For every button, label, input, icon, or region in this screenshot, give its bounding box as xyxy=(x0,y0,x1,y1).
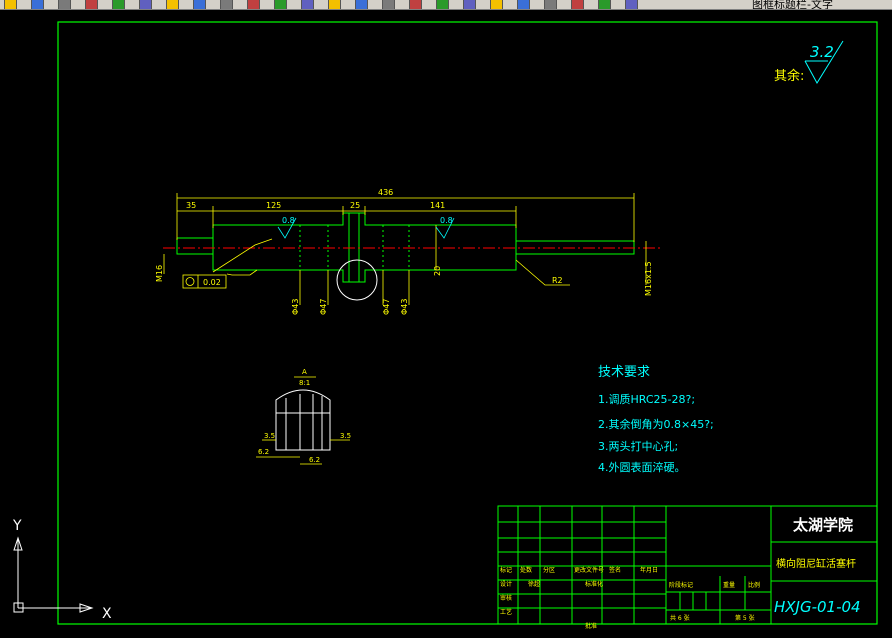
plot-icon[interactable] xyxy=(112,0,125,9)
dim-rough-right: 0.8 xyxy=(440,216,453,225)
dim-width-20: 20 xyxy=(433,266,442,276)
designcenter-icon[interactable] xyxy=(463,0,476,9)
cad-drawing: 其余: 3.2 436 35 125 25 141 0.8 0.8 0.02 R… xyxy=(12,21,878,630)
layer-dropdown[interactable]: 图框标题栏-文字 xyxy=(752,0,833,9)
section-label-bottom: 8:1 xyxy=(299,379,310,387)
paste-icon[interactable] xyxy=(193,0,206,9)
dim-right: 141 xyxy=(430,201,445,210)
dim-right-dia: M16x1.5 xyxy=(644,261,653,296)
zoom-window-icon[interactable] xyxy=(382,0,395,9)
dim-dia1: Φ43 xyxy=(291,299,300,315)
tech-title: 技术要求 xyxy=(598,365,650,380)
save-icon[interactable] xyxy=(31,0,44,9)
markup-icon[interactable] xyxy=(517,0,530,9)
section-dim-a: 3.5 xyxy=(264,432,275,440)
tb-weight-label: 重量 xyxy=(723,581,735,589)
toolbar: 图框标题栏-文字 xyxy=(0,0,892,10)
layers-icon[interactable] xyxy=(598,0,611,9)
tb-sheet-no: 第 5 张 xyxy=(735,614,755,622)
toolpalette-icon[interactable] xyxy=(490,0,503,9)
section-dim-d: 6.2 xyxy=(309,456,320,464)
layer-state-icon[interactable] xyxy=(625,0,638,9)
undo-icon[interactable] xyxy=(274,0,287,9)
tb-process-label: 工艺 xyxy=(500,608,512,616)
zoom-realtime-icon[interactable] xyxy=(355,0,368,9)
dimension-lines xyxy=(163,193,647,305)
tb-row-label-4: 更改文件号 xyxy=(574,566,604,574)
dim-rough-left: 0.8 xyxy=(282,216,295,225)
tb-stage-label: 阶段标记 xyxy=(669,581,693,589)
tb-part-name: 横向阻尼缸活塞杆 xyxy=(776,557,856,570)
tb-approve-label: 批准 xyxy=(585,622,597,630)
properties-icon[interactable] xyxy=(436,0,449,9)
section-dim-c: 6.2 xyxy=(258,448,269,456)
tb-row-label-2: 处数 xyxy=(520,566,532,574)
calculator-icon[interactable] xyxy=(544,0,557,9)
dim-tolerance: 0.02 xyxy=(203,278,221,287)
preview-icon[interactable] xyxy=(85,0,98,9)
roughness-marks xyxy=(277,217,455,239)
ucs-y-label: Y xyxy=(12,518,22,534)
dim-mid-left: 125 xyxy=(266,201,281,210)
tb-row-label-3: 分区 xyxy=(543,566,555,574)
tech-item-2: 2.其余倒角为0.8×45?; xyxy=(598,417,714,431)
dim-dia2: Φ47 xyxy=(319,299,328,315)
drawing-border xyxy=(57,21,878,625)
dim-chamfer: R2 xyxy=(552,276,563,285)
dim-dia3: Φ47 xyxy=(382,299,391,315)
tech-requirements: 技术要求 1.调质HRC25-28?; 2.其余倒角为0.8×45?; 3.两头… xyxy=(598,365,714,474)
tb-row-label-6: 年月日 xyxy=(640,566,658,574)
redo-icon[interactable] xyxy=(301,0,314,9)
match-icon[interactable] xyxy=(220,0,233,9)
roughness-label: 其余: xyxy=(774,68,804,84)
dim-groove: 25 xyxy=(350,201,360,210)
dim-left-dia: M16 xyxy=(155,265,164,282)
roughness-value: 3.2 xyxy=(810,43,834,61)
section-dim-b: 3.5 xyxy=(340,432,351,440)
dim-overall: 436 xyxy=(378,188,393,197)
section-label-top: A xyxy=(302,368,307,376)
ucs-x-label: X xyxy=(102,606,112,622)
tech-item-3: 3.两头打中心孔; xyxy=(598,439,678,453)
dim-left-step: 35 xyxy=(186,201,196,210)
open-icon[interactable] xyxy=(4,0,17,9)
tb-designer: 徐超 xyxy=(528,580,540,588)
tech-item-1: 1.调质HRC25-28?; xyxy=(598,393,695,406)
print-icon[interactable] xyxy=(58,0,71,9)
brush-icon[interactable] xyxy=(247,0,260,9)
tb-std-label: 标准化 xyxy=(585,580,603,588)
tb-row-label-5: 签名 xyxy=(609,566,621,574)
pan-icon[interactable] xyxy=(328,0,341,9)
help-icon[interactable] xyxy=(571,0,584,9)
tb-check-label: 审核 xyxy=(500,594,512,602)
copy-icon[interactable] xyxy=(166,0,179,9)
zoom-previous-icon[interactable] xyxy=(409,0,422,9)
tb-school: 太湖学院 xyxy=(793,516,853,534)
section-view xyxy=(275,389,331,451)
ucs-icon xyxy=(13,536,94,613)
cut-icon[interactable] xyxy=(139,0,152,9)
drawing-canvas[interactable]: 其余: 3.2 436 35 125 25 141 0.8 0.8 0.02 R… xyxy=(0,10,892,633)
tb-row-label-1: 标记 xyxy=(500,566,512,574)
tb-scale-label: 比例 xyxy=(748,581,760,589)
tb-design-label: 设计 xyxy=(500,580,512,588)
tb-drawing-no: HXJG-01-04 xyxy=(774,598,861,616)
dim-dia4: Φ43 xyxy=(400,299,409,315)
tech-item-4: 4.外圆表面淬硬。 xyxy=(598,460,686,474)
tb-sheet-total: 共 6 张 xyxy=(670,614,690,622)
